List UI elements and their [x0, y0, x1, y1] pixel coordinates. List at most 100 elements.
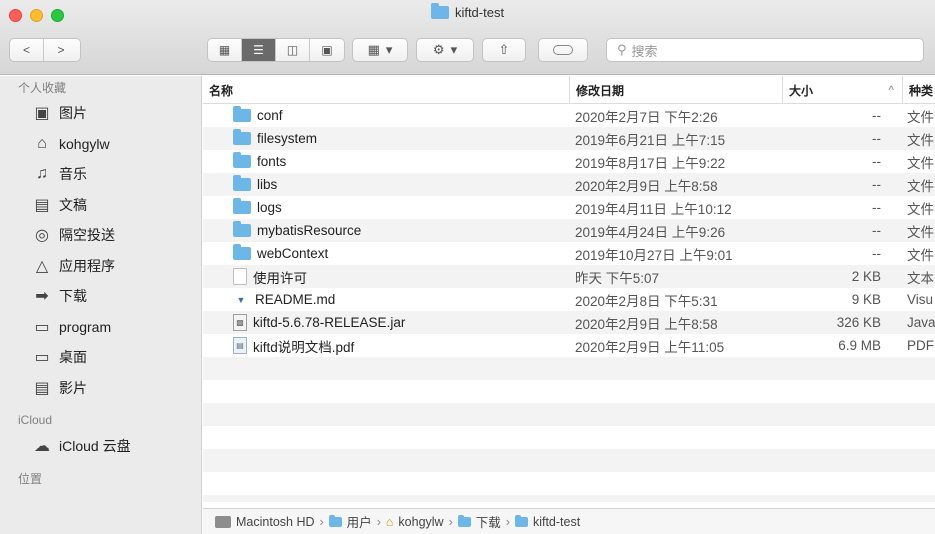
- search-placeholder: 搜索: [631, 43, 658, 59]
- file-date: 2019年4月11日 上午10:12: [575, 201, 732, 217]
- action-button[interactable]: ⚙ ▾: [416, 38, 474, 62]
- sidebar-item-home[interactable]: ⌂ kohgylw: [0, 129, 201, 160]
- gear-icon: ⚙: [432, 42, 445, 57]
- path-segment[interactable]: 下载: [476, 512, 501, 531]
- search-icon: ⚲: [617, 42, 627, 57]
- file-size: --: [872, 223, 881, 238]
- file-size: --: [872, 177, 881, 192]
- jar-file-icon: ▩: [233, 314, 247, 331]
- home-icon: ⌂: [385, 514, 394, 529]
- table-row[interactable]: 使用许可 昨天 下午5:07 2 KB 文本: [203, 265, 935, 288]
- tags-button[interactable]: [538, 38, 588, 62]
- chevron-down-icon: ▾: [450, 42, 458, 57]
- column-header: 名称 修改日期 大小 ^ 种类: [203, 76, 935, 104]
- window-title: kiftd-test: [0, 3, 935, 20]
- sidebar-item-music[interactable]: ♫ 音乐: [0, 159, 201, 190]
- back-button[interactable]: <: [10, 39, 44, 61]
- table-row[interactable]: filesystem 2019年6月21日 上午7:15 -- 文件: [203, 127, 935, 150]
- empty-row: [203, 449, 935, 472]
- file-name-cell: libs: [233, 173, 563, 196]
- file-name-cell: 使用许可: [233, 265, 563, 288]
- sidebar-item-label: 应用程序: [59, 257, 115, 274]
- file-kind: Visu: [907, 292, 934, 307]
- sidebar-item-icloud-drive[interactable]: ☁ iCloud 云盘: [0, 431, 201, 462]
- empty-row: [203, 426, 935, 449]
- sidebar-section-locations: 位置: [18, 472, 43, 486]
- folder-icon: [233, 221, 251, 237]
- document-icon: ▤: [34, 196, 50, 214]
- table-row[interactable]: logs 2019年4月11日 上午10:12 -- 文件: [203, 196, 935, 219]
- sidebar-item-documents[interactable]: ▤ 文稿: [0, 190, 201, 221]
- sidebar-item-movies[interactable]: ▤ 影片: [0, 373, 201, 404]
- column-name-header[interactable]: 名称: [203, 76, 569, 104]
- folder-icon: ▭: [34, 318, 50, 336]
- group-by-button[interactable]: ▦ ▾: [352, 38, 408, 62]
- folder-icon: [233, 175, 251, 191]
- empty-row: [203, 472, 935, 495]
- empty-row: [203, 403, 935, 426]
- file-name: libs: [257, 177, 278, 192]
- table-row[interactable]: ▩ kiftd-5.6.78-RELEASE.jar 2020年2月9日 上午8:…: [203, 311, 935, 334]
- file-size: --: [872, 200, 881, 215]
- file-name: kiftd说明文档.pdf: [253, 339, 355, 355]
- column-view-button[interactable]: ◫: [276, 39, 310, 61]
- folder-icon: [233, 198, 251, 214]
- column-size-header[interactable]: 大小 ^: [782, 76, 902, 104]
- column-date-header[interactable]: 修改日期: [569, 76, 782, 104]
- path-segment[interactable]: Macintosh HD: [236, 515, 315, 529]
- file-date: 2019年6月21日 上午7:15: [575, 132, 726, 148]
- gallery-view-button[interactable]: ▣: [310, 39, 344, 61]
- share-button[interactable]: ⇧: [482, 38, 526, 62]
- path-segment[interactable]: 用户: [347, 512, 372, 531]
- sidebar-item-label: 文稿: [59, 196, 87, 213]
- sort-ascending-icon: ^: [888, 83, 894, 97]
- path-segment[interactable]: kiftd-test: [533, 515, 580, 529]
- table-row[interactable]: mybatisResource 2019年4月24日 上午9:26 -- 文件: [203, 219, 935, 242]
- folder-icon: [457, 514, 471, 527]
- forward-button[interactable]: >: [44, 39, 78, 61]
- chevron-right-icon: ›: [448, 514, 453, 529]
- camera-icon: ▣: [34, 105, 50, 123]
- list-view-button[interactable]: ☰: [242, 39, 276, 61]
- sidebar-item-applications[interactable]: △ 应用程序: [0, 251, 201, 282]
- path-segment[interactable]: kohgylw: [398, 515, 443, 529]
- file-name-cell: ▤ kiftd说明文档.pdf: [233, 334, 563, 357]
- empty-row: [203, 380, 935, 403]
- icon-view-button[interactable]: ▦: [208, 39, 242, 61]
- sidebar-item-label: 下载: [59, 288, 87, 305]
- desktop-icon: ▭: [34, 349, 50, 367]
- table-row[interactable]: ▤ kiftd说明文档.pdf 2020年2月9日 上午11:05 6.9 MB …: [203, 334, 935, 357]
- table-row[interactable]: ▼ README.md 2020年2月8日 下午5:31 9 KB Visu: [203, 288, 935, 311]
- file-date: 2019年10月27日 上午9:01: [575, 247, 733, 263]
- folder-icon: [233, 152, 251, 168]
- view-mode-control: ▦ ☰ ◫ ▣: [207, 38, 345, 62]
- table-row[interactable]: libs 2020年2月9日 上午8:58 -- 文件: [203, 173, 935, 196]
- pdf-file-icon: ▤: [233, 337, 247, 354]
- table-row[interactable]: conf 2020年2月7日 下午2:26 -- 文件: [203, 104, 935, 127]
- search-field[interactable]: ⚲ 搜索: [606, 38, 924, 62]
- sidebar-item-airdrop[interactable]: ◎ 隔空投送: [0, 220, 201, 251]
- sidebar-item-program[interactable]: ▭ program: [0, 312, 201, 343]
- window-title-text: kiftd-test: [454, 5, 505, 20]
- sidebar-item-downloads[interactable]: ➡ 下载: [0, 281, 201, 312]
- table-row[interactable]: fonts 2019年8月17日 上午9:22 -- 文件: [203, 150, 935, 173]
- column-kind-header[interactable]: 种类: [902, 76, 935, 104]
- file-size: 326 KB: [836, 315, 881, 330]
- cloud-icon: ☁: [34, 438, 50, 456]
- file-kind: 文件: [907, 178, 934, 194]
- file-size: --: [872, 246, 881, 261]
- sidebar-item-label: iCloud 云盘: [59, 438, 131, 455]
- folder-icon: [430, 3, 449, 19]
- file-kind: 文件: [907, 201, 934, 217]
- file-name-cell: ▩ kiftd-5.6.78-RELEASE.jar: [233, 311, 563, 334]
- file-name: conf: [257, 108, 283, 123]
- file-size: --: [872, 108, 881, 123]
- sidebar-item-pictures[interactable]: ▣ 图片: [0, 98, 201, 129]
- table-row[interactable]: webContext 2019年10月27日 上午9:01 -- 文件: [203, 242, 935, 265]
- sidebar-item-desktop[interactable]: ▭ 桌面: [0, 342, 201, 373]
- chevron-right-icon: ›: [319, 514, 324, 529]
- file-name: webContext: [257, 246, 329, 261]
- share-icon: ⇧: [498, 42, 510, 57]
- folder-icon: [514, 514, 528, 527]
- sidebar-item-label: 图片: [59, 105, 87, 122]
